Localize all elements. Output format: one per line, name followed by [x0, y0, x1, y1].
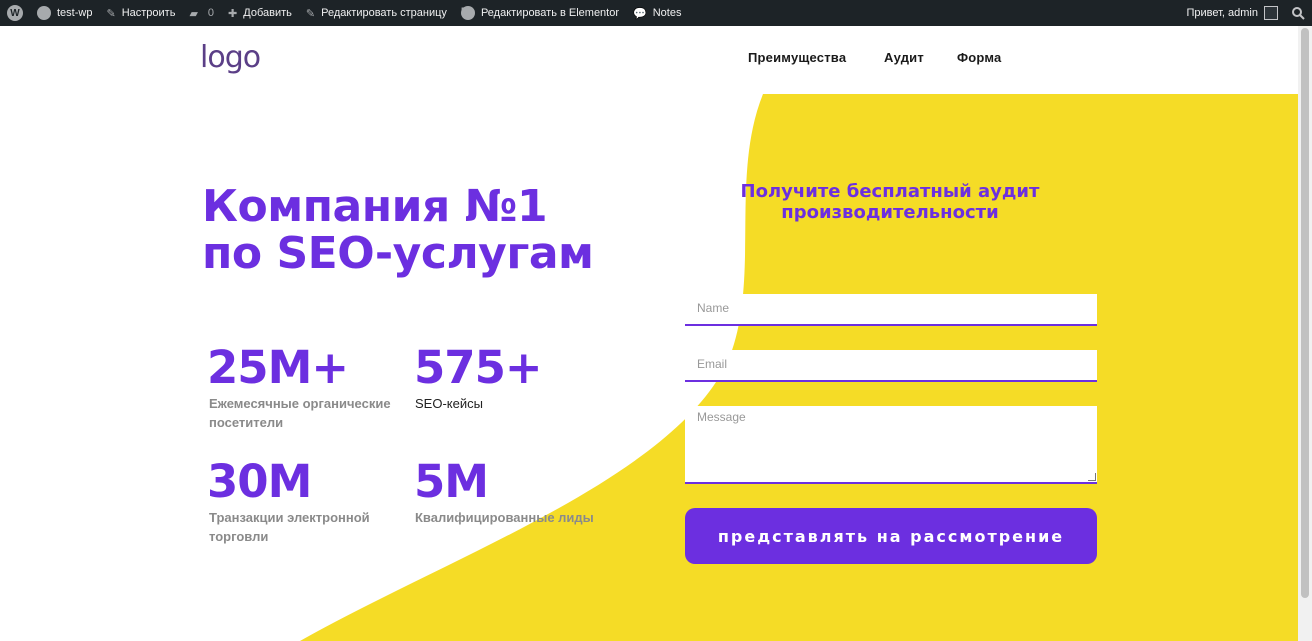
scrollbar[interactable]: [1298, 26, 1312, 641]
plus-icon: ✚: [228, 7, 238, 20]
customize-link[interactable]: ✎ Настроить: [99, 0, 182, 26]
pencil-icon: ✎: [305, 7, 316, 20]
form-title: Получите бесплатный аудит производительн…: [740, 181, 1040, 223]
edit-page-label: Редактировать страницу: [321, 7, 447, 19]
submit-button[interactable]: представлять на рассмотрение: [685, 508, 1097, 564]
notes-label: Notes: [652, 7, 682, 19]
search-icon: [1292, 6, 1305, 20]
stat-value-visitors: 25M+: [207, 341, 349, 394]
add-new-label: Добавить: [243, 7, 292, 19]
yellow-wave-shape: [300, 94, 1298, 641]
landing-page: logo Преимущества Аудит Форма Компания №…: [0, 26, 1298, 641]
nav-link-advantages[interactable]: Преимущества: [748, 50, 846, 65]
customize-label: Настроить: [121, 7, 176, 19]
hero-title: Компания №1 по SEO-услугам: [202, 183, 672, 277]
edit-page-link[interactable]: ✎ Редактировать страницу: [299, 0, 454, 26]
message-placeholder: Message: [697, 410, 746, 424]
resize-handle-icon[interactable]: [1088, 473, 1096, 481]
site-name: test-wp: [57, 7, 93, 19]
dashboard-icon: [37, 6, 51, 20]
comments-link[interactable]: ▰ 0: [182, 0, 221, 26]
brush-icon: ✎: [106, 7, 116, 20]
edit-elementor-link[interactable]: E Редактировать в Elementor: [454, 0, 626, 26]
stat-label-transactions: Транзакции электронной торговли: [209, 510, 370, 544]
search-button[interactable]: [1285, 0, 1312, 26]
stat-value-transactions: 30M: [207, 455, 312, 508]
admin-bar: W test-wp ✎ Настроить ▰ 0 ✚ Добавить ✎ Р…: [0, 0, 1312, 26]
edit-elementor-label: Редактировать в Elementor: [480, 7, 620, 19]
my-account-link[interactable]: Привет, admin: [1179, 0, 1285, 26]
site-name-link[interactable]: test-wp: [30, 0, 99, 26]
hero-title-line-2: по SEO-услугам: [202, 228, 594, 279]
message-field[interactable]: Message: [685, 406, 1097, 484]
notes-link[interactable]: 💬 Notes: [626, 0, 688, 26]
stat-value-leads: 5M: [414, 455, 489, 508]
add-new-link[interactable]: ✚ Добавить: [221, 0, 299, 26]
scrollbar-thumb[interactable]: [1301, 28, 1309, 598]
elementor-icon: E: [460, 6, 475, 20]
nav-link-audit[interactable]: Аудит: [884, 50, 924, 65]
nav-link-form[interactable]: Форма: [957, 50, 1001, 65]
stat-label-visitors: Ежемесячные органические посетители: [209, 396, 391, 430]
stat-value-cases: 575+: [414, 341, 543, 394]
speech-bubble-icon: 💬: [633, 7, 647, 20]
name-field[interactable]: Name: [685, 294, 1097, 326]
email-field[interactable]: Email: [685, 350, 1097, 382]
wordpress-menu[interactable]: W: [0, 0, 30, 26]
stat-label-cases: SEO-кейсы: [415, 396, 483, 411]
site-logo[interactable]: logo: [200, 40, 261, 75]
wordpress-icon: W: [7, 5, 23, 21]
greeting: Привет, admin: [1186, 7, 1258, 19]
comments-count: 0: [207, 7, 215, 19]
avatar: [1264, 6, 1278, 20]
stat-label-leads: Квалифицированные лиды: [415, 510, 594, 525]
hero-title-line-1: Компания №1: [202, 181, 548, 232]
comment-icon: ▰: [189, 7, 198, 20]
